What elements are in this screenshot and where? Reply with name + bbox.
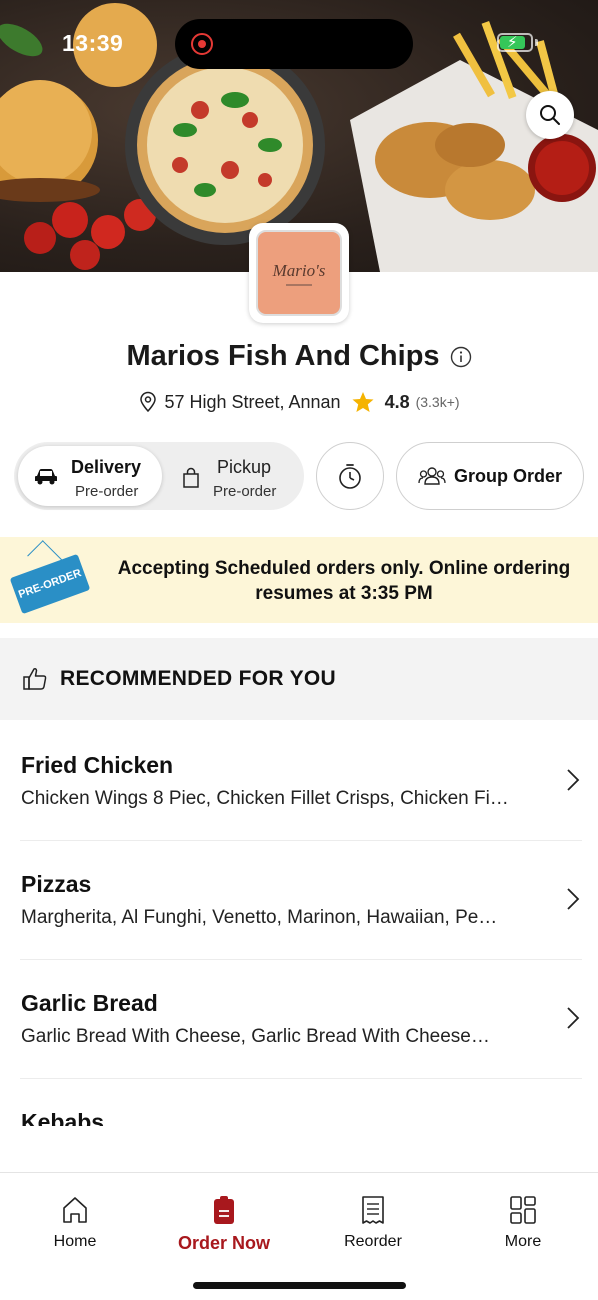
delivery-sublabel: Pre-order bbox=[75, 483, 139, 500]
category-row[interactable]: Pizzas Margherita, Al Funghi, Venetto, M… bbox=[20, 841, 582, 960]
delivery-option[interactable]: Delivery Pre-order bbox=[18, 446, 162, 506]
charging-icon: ⚡ bbox=[507, 34, 518, 51]
recommended-section-header: RECOMMENDED FOR YOU bbox=[0, 638, 598, 720]
section-title: RECOMMENDED FOR YOU bbox=[60, 667, 336, 690]
car-icon bbox=[35, 469, 57, 485]
restaurant-title-row: Marios Fish And Chips bbox=[0, 340, 598, 373]
category-name: Fried Chicken bbox=[21, 752, 174, 778]
tab-more[interactable]: More bbox=[468, 1195, 578, 1251]
bottom-tab-bar: Home Order Now Reorder More bbox=[0, 1172, 598, 1300]
star-icon bbox=[352, 392, 374, 412]
category-row[interactable]: Kebabs bbox=[20, 1079, 582, 1126]
pickup-option[interactable]: Pickup Pre-order bbox=[164, 446, 300, 506]
tab-label: Home bbox=[53, 1233, 97, 1250]
group-icon bbox=[418, 467, 446, 485]
category-name: Kebabs bbox=[21, 1109, 105, 1126]
category-list: Fried Chicken Chicken Wings 8 Piec, Chic… bbox=[0, 722, 598, 1126]
schedule-notice-text: Accepting Scheduled orders only. Online … bbox=[117, 558, 571, 604]
schedule-time-button[interactable] bbox=[316, 442, 384, 510]
tab-reorder[interactable]: Reorder bbox=[318, 1195, 428, 1251]
tab-label: Reorder bbox=[344, 1233, 402, 1250]
delivery-label: Delivery bbox=[71, 457, 142, 477]
schedule-notice-banner: PRE-ORDER Accepting Scheduled orders onl… bbox=[0, 537, 598, 623]
search-button[interactable] bbox=[526, 91, 574, 139]
dynamic-island bbox=[175, 19, 413, 69]
category-row[interactable]: Fried Chicken Chicken Wings 8 Piec, Chic… bbox=[20, 722, 582, 841]
tab-label: More bbox=[504, 1233, 542, 1250]
tab-home[interactable]: Home bbox=[20, 1195, 130, 1251]
chevron-right-icon bbox=[567, 888, 580, 910]
receipt-icon bbox=[362, 1196, 384, 1224]
order-mode-toggle: Delivery Pre-order Pickup Pre-order bbox=[14, 442, 304, 510]
pickup-sublabel: Pre-order bbox=[213, 483, 277, 500]
logo-text: Mario's bbox=[272, 260, 326, 280]
category-name: Pizzas bbox=[21, 871, 92, 897]
chevron-right-icon bbox=[566, 1125, 580, 1126]
restaurant-name: Marios Fish And Chips bbox=[126, 340, 440, 372]
home-indicator[interactable] bbox=[193, 1282, 406, 1289]
address-row: 57 High Street, Annan 4.8 (3.3k+) bbox=[0, 391, 598, 413]
stopwatch-icon bbox=[339, 464, 361, 489]
restaurant-logo: Mario's bbox=[249, 223, 349, 323]
recording-icon bbox=[191, 33, 213, 55]
tab-order-now[interactable]: Order Now bbox=[169, 1195, 279, 1254]
grid-icon bbox=[510, 1196, 536, 1224]
category-row[interactable]: Garlic Bread Garlic Bread With Cheese, G… bbox=[20, 960, 582, 1079]
location-pin-icon bbox=[140, 391, 157, 413]
category-items: Garlic Bread With Cheese, Garlic Bread W… bbox=[21, 1026, 490, 1047]
home-icon bbox=[63, 1197, 87, 1223]
chevron-right-icon bbox=[567, 1007, 580, 1029]
category-name: Garlic Bread bbox=[21, 990, 158, 1016]
preorder-tag-text: PRE-ORDER bbox=[16, 567, 84, 601]
group-order-button[interactable]: Group Order bbox=[396, 442, 584, 510]
pickup-label: Pickup bbox=[217, 457, 272, 477]
category-items: Chicken Wings 8 Piec, Chicken Fillet Cri… bbox=[21, 788, 509, 809]
order-icon bbox=[214, 1196, 234, 1224]
review-count: (3.3k+) bbox=[415, 394, 460, 410]
restaurant-address: 57 High Street, Annan bbox=[164, 391, 341, 412]
tab-label: Order Now bbox=[177, 1233, 270, 1253]
shopping-bag-icon bbox=[183, 467, 199, 488]
status-time: 13:39 bbox=[62, 30, 124, 56]
search-icon bbox=[540, 105, 560, 125]
rating-value: 4.8 bbox=[384, 391, 410, 412]
group-order-label: Group Order bbox=[453, 465, 562, 486]
battery-cap bbox=[535, 39, 538, 46]
category-items: Margherita, Al Funghi, Venetto, Marinon,… bbox=[21, 907, 498, 928]
info-icon[interactable] bbox=[450, 346, 472, 368]
thumbs-up-icon bbox=[23, 667, 47, 690]
preorder-tag-icon: PRE-ORDER bbox=[9, 553, 91, 615]
chevron-right-icon bbox=[567, 769, 580, 791]
